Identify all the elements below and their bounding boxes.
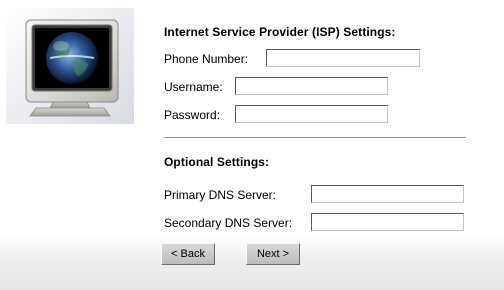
password-field[interactable] (235, 105, 388, 123)
password-label: Password: (164, 108, 221, 122)
secondary-dns-field[interactable] (311, 213, 464, 231)
next-button[interactable]: Next > (246, 243, 300, 265)
phone-number-label: Phone Number: (164, 52, 249, 66)
primary-dns-field[interactable] (311, 185, 464, 203)
username-field[interactable] (235, 77, 388, 95)
optional-settings-heading: Optional Settings: (164, 155, 270, 169)
username-label: Username: (164, 80, 223, 94)
computer-monitor-globe-icon (25, 19, 119, 117)
phone-number-field[interactable] (266, 49, 420, 67)
monitor-icon-panel (6, 8, 134, 124)
primary-dns-label: Primary DNS Server: (164, 188, 277, 202)
back-button[interactable]: < Back (161, 243, 215, 265)
secondary-dns-label: Secondary DNS Server: (164, 216, 293, 230)
isp-settings-heading: Internet Service Provider (ISP) Settings… (164, 25, 396, 39)
section-divider (164, 137, 466, 139)
